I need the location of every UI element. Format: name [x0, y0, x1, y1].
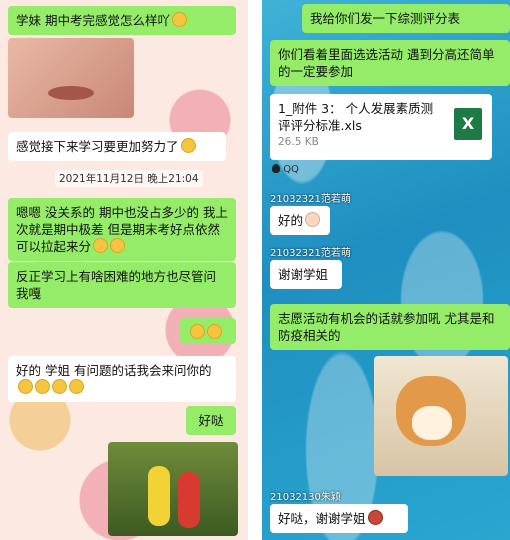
- chat-message[interactable]: 谢谢学姐: [270, 260, 342, 289]
- teletubbies-photo[interactable]: [108, 442, 238, 536]
- emoji-icon: [180, 138, 196, 153]
- chat-message[interactable]: 你们看着里面选选活动 遇到分高还简单的一定要参加: [270, 40, 510, 86]
- panel-divider: [248, 0, 262, 540]
- emoji-icon: [52, 379, 67, 394]
- right-chat-panel: 我给你们发一下综测评分表 你们看着里面选选活动 遇到分高还简单的一定要参加 1_…: [262, 0, 510, 540]
- emoji-message[interactable]: [180, 318, 236, 344]
- qq-icon: [272, 164, 280, 173]
- emoji-icon: [35, 379, 50, 394]
- chat-message[interactable]: 反正学习上有啥困难的地方也尽管问我嘎: [8, 262, 236, 308]
- emoji-icon: [171, 12, 187, 27]
- photo-figure-yellow: [148, 466, 170, 526]
- emoji-icon: [110, 238, 126, 253]
- emoji-icon: [207, 324, 222, 339]
- chat-message[interactable]: 好的: [270, 206, 330, 235]
- chat-message[interactable]: 感觉接下来学习要更加努力了: [8, 132, 226, 161]
- emoji-icon: [305, 212, 321, 227]
- baby-photo[interactable]: [8, 38, 134, 118]
- photo-figure-red: [178, 472, 200, 528]
- timestamp: 2021年11月12日 晚上21:04: [55, 170, 203, 187]
- shiba-dog-photo[interactable]: [374, 356, 508, 476]
- sender-name: 21032321范若萌: [270, 248, 351, 259]
- photo-mouth-shape: [48, 86, 94, 100]
- chat-message[interactable]: 我给你们发一下综测评分表: [302, 4, 510, 33]
- file-attachment[interactable]: 1_附件 3： 个人发展素质测评评分标准.xls 26.5 KB X: [270, 94, 492, 160]
- emoji-icon: [190, 324, 205, 339]
- chat-message[interactable]: 学妹 期中考完感觉怎么样吖: [8, 6, 236, 35]
- left-chat-panel: 学妹 期中考完感觉怎么样吖 感觉接下来学习要更加努力了 2021年11月12日 …: [0, 0, 248, 540]
- excel-file-icon: X: [454, 108, 482, 140]
- chat-message[interactable]: 好哒: [186, 406, 236, 435]
- chat-message[interactable]: 志愿活动有机会的话就参加吼 尤其是和防疫相关的: [270, 304, 510, 350]
- photo-dog-muzzle: [412, 406, 452, 440]
- chat-message[interactable]: 好的 学姐 有问题的话我会来问你的: [8, 356, 236, 402]
- emoji-icon: [367, 510, 383, 525]
- emoji-icon: [18, 379, 33, 394]
- file-source: QQ: [272, 164, 299, 175]
- sender-name: 21032130朱颖: [270, 492, 341, 503]
- chat-message[interactable]: 好哒，谢谢学姐: [270, 504, 408, 533]
- sender-name: 21032321范若萌: [270, 194, 351, 205]
- file-name: 1_附件 3： 个人发展素质测评评分标准.xls: [278, 101, 434, 133]
- emoji-icon: [93, 238, 109, 253]
- emoji-icon: [69, 379, 84, 394]
- chat-message[interactable]: 嗯嗯 没关系的 期中也没占多少的 我上次就是期中极差 但是期末考好点依然可以拉起…: [8, 198, 236, 261]
